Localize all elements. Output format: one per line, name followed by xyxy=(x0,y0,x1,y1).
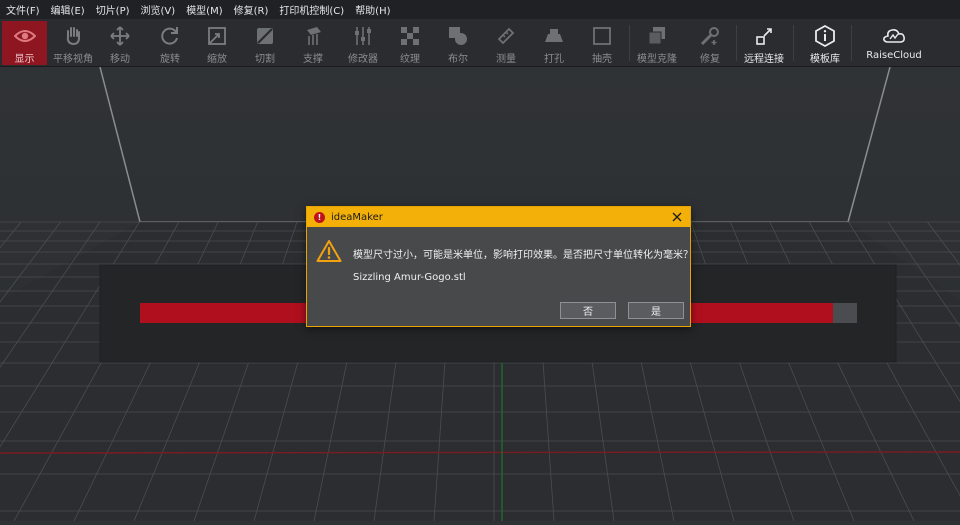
dialog-message: 模型尺寸过小，可能是米单位，影响打印效果。是否把尺寸单位转化为毫米？ xyxy=(353,250,693,261)
dialog-filename: Sizzling Amur-Gogo.stl xyxy=(353,272,466,283)
template-library-button[interactable]: 模板库 xyxy=(803,21,847,65)
rotate-icon xyxy=(158,24,182,48)
menu-edit[interactable]: 编辑(E) xyxy=(45,2,90,17)
cut-icon xyxy=(253,24,277,48)
cloud-icon xyxy=(882,24,906,48)
modifier-icon xyxy=(351,24,375,48)
hand-icon xyxy=(61,24,85,48)
boolean-button[interactable]: 布尔 xyxy=(438,21,478,65)
unit-conversion-dialog: ! ideaMaker 模型尺寸过小，可能是米单位，影响打印效果。是否把尺寸单位… xyxy=(306,206,693,327)
display-button[interactable]: 显示 xyxy=(2,21,47,65)
toolbar-separator xyxy=(793,25,794,61)
move-button[interactable]: 移动 xyxy=(100,21,140,65)
support-icon xyxy=(301,24,325,48)
boolean-icon xyxy=(446,24,470,48)
dialog-title: ideaMaker xyxy=(331,211,383,223)
menu-repair[interactable]: 修复(R) xyxy=(228,2,274,17)
scale-icon xyxy=(205,24,229,48)
modifier-button[interactable]: 修改器 xyxy=(341,21,385,65)
x-axis-line xyxy=(0,451,960,454)
measure-button[interactable]: 测量 xyxy=(486,21,526,65)
menu-view[interactable]: 浏览(V) xyxy=(135,2,181,17)
remote-connect-icon xyxy=(752,24,776,48)
move-icon xyxy=(108,24,132,48)
menu-model[interactable]: 模型(M) xyxy=(180,2,227,17)
eye-icon xyxy=(13,24,37,48)
dialog-titlebar: ! ideaMaker xyxy=(307,207,690,227)
toolbar-separator xyxy=(736,25,737,61)
cut-button[interactable]: 切割 xyxy=(245,21,285,65)
shell-icon xyxy=(590,24,614,48)
yes-button[interactable]: 是 xyxy=(628,302,684,319)
menu-bar: 文件(F) 编辑(E) 切片(P) 浏览(V) 模型(M) 修复(R) 打印机控… xyxy=(0,0,960,19)
support-button[interactable]: 支撑 xyxy=(293,21,333,65)
pan-view-button[interactable]: 平移视角 xyxy=(50,21,96,65)
repair-icon xyxy=(698,24,722,48)
menu-printer-control[interactable]: 打印机控制(C) xyxy=(273,2,349,17)
scale-button[interactable]: 缩放 xyxy=(197,21,237,65)
model-clone-button[interactable]: 模型克隆 xyxy=(633,21,681,65)
template-library-icon xyxy=(813,24,837,48)
toolbar-separator xyxy=(629,25,630,61)
texture-button[interactable]: 纹理 xyxy=(390,21,430,65)
shell-button[interactable]: 抽壳 xyxy=(582,21,622,65)
measure-icon xyxy=(494,24,518,48)
no-button[interactable]: 否 xyxy=(560,302,616,319)
texture-icon xyxy=(398,24,422,48)
warning-icon xyxy=(316,239,342,263)
app-icon: ! xyxy=(314,211,325,223)
repair-button[interactable]: 修复 xyxy=(690,21,730,65)
toolbar-separator xyxy=(851,25,852,61)
rotate-button[interactable]: 旋转 xyxy=(150,21,190,65)
hole-button[interactable]: 打孔 xyxy=(534,21,574,65)
hole-icon xyxy=(542,24,566,48)
remote-connect-button[interactable]: 远程连接 xyxy=(740,21,788,65)
menu-slice[interactable]: 切片(P) xyxy=(90,2,135,17)
raisecloud-button[interactable]: RaiseCloud xyxy=(862,21,926,65)
menu-file[interactable]: 文件(F) xyxy=(0,2,45,17)
clone-icon xyxy=(645,24,669,48)
close-icon[interactable] xyxy=(670,210,684,224)
menu-help[interactable]: 帮助(H) xyxy=(349,2,395,17)
toolbar: 显示 平移视角 移动 旋转 缩放 切割 支撑 修改器 纹理 布尔 测量 打孔 抽… xyxy=(0,19,960,67)
